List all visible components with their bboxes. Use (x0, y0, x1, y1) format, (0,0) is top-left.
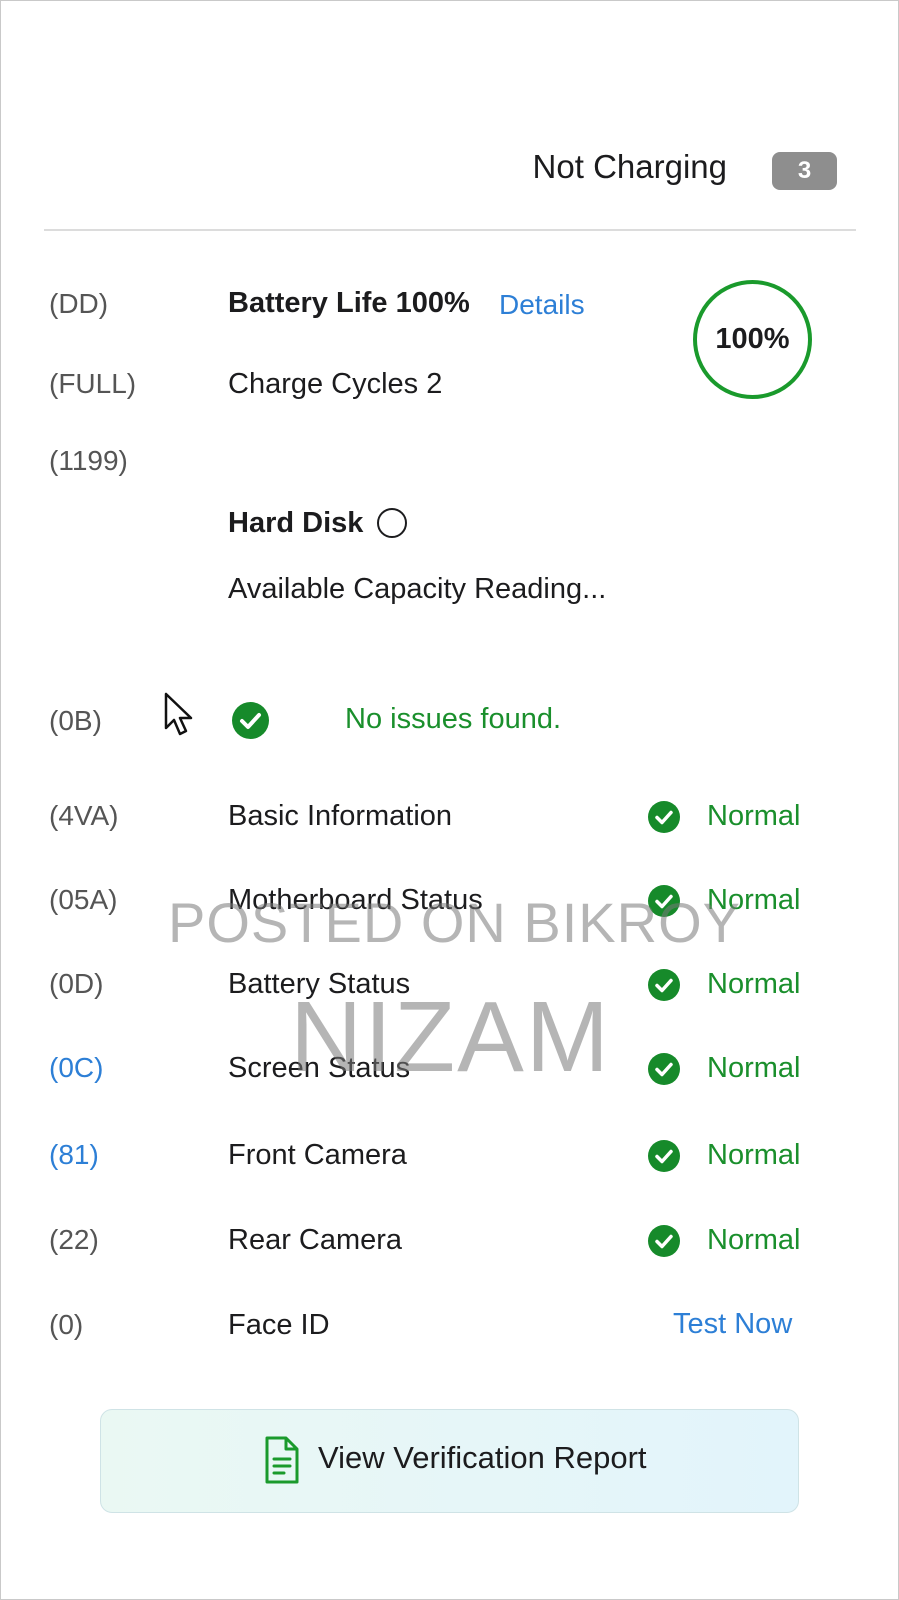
charging-status: Not Charging (532, 148, 727, 185)
empty-circle-icon (377, 508, 407, 538)
face-id-label: Face ID (228, 1309, 330, 1341)
mouse-pointer-icon (164, 692, 194, 743)
battery-percent-ring: 100% (693, 280, 812, 399)
check-row-status: Normal (707, 1224, 801, 1256)
check-circle-icon (648, 1053, 680, 1085)
check-circle-icon (648, 801, 680, 833)
check-row-code: (22) (49, 1224, 99, 1255)
available-capacity-text: Available Capacity Reading... (228, 573, 607, 605)
battery-code: (DD) (49, 288, 109, 319)
check-row-label-basic-information[interactable]: Basic Information (228, 800, 452, 833)
summary-code: (0B) (49, 705, 102, 736)
charge-cycles-label: Charge Cycles 2 (228, 368, 443, 400)
battery-percent-value: 100% (715, 323, 790, 355)
check-row-status: Normal (707, 1139, 801, 1171)
check-row-label-front-camera[interactable]: Front Camera (228, 1139, 407, 1172)
check-circle-icon (648, 969, 680, 1001)
check-row-status: Normal (707, 1052, 801, 1084)
check-row-status: Normal (707, 968, 801, 1000)
check-row-label-rear-camera[interactable]: Rear Camera (228, 1224, 402, 1257)
header-divider (44, 229, 856, 231)
hard-disk-title: Hard Disk (228, 507, 364, 539)
check-row-code[interactable]: (0C) (49, 1052, 103, 1084)
watermark-line-2: NIZAM (290, 981, 612, 1093)
document-icon (264, 1435, 300, 1490)
check-row-code: (0D) (49, 968, 104, 999)
face-id-code: (0) (49, 1309, 84, 1340)
check-row-status: Normal (707, 800, 801, 832)
check-row-code: (05A) (49, 884, 118, 915)
battery-life-label: Battery Life 100% (228, 287, 470, 319)
check-row-code[interactable]: (81) (49, 1139, 99, 1171)
no-issues-message: No issues found. (345, 703, 562, 735)
check-row-code: (4VA) (49, 800, 119, 831)
check-circle-icon (648, 1140, 680, 1172)
count-badge[interactable]: 3 (772, 152, 837, 190)
details-link[interactable]: Details (499, 289, 585, 321)
test-now-link[interactable]: Test Now (673, 1308, 792, 1341)
report-button-label: View Verification Report (318, 1440, 647, 1475)
capacity-code: (1199) (49, 445, 128, 476)
cycles-code: (FULL) (49, 368, 137, 399)
watermark-line-1: POSTED ON BIKROY (168, 891, 741, 954)
check-circle-icon (232, 702, 269, 739)
check-circle-icon (648, 1225, 680, 1257)
